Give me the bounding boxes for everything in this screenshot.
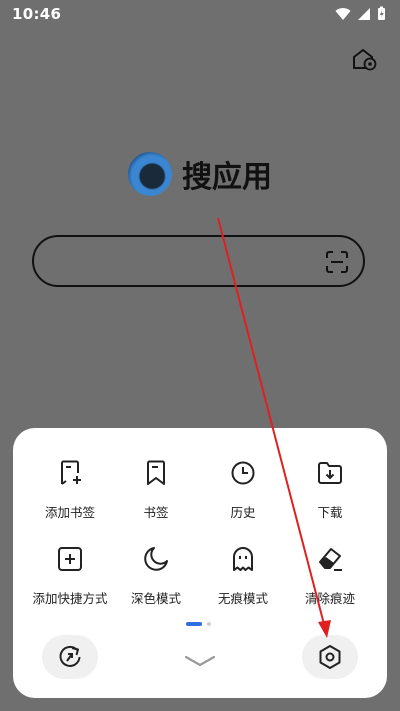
collapse-chevron-icon[interactable]	[183, 654, 217, 668]
settings-hexagon-icon	[319, 645, 341, 669]
battery-icon	[378, 6, 385, 20]
page-indicator	[186, 622, 211, 626]
search-input[interactable]	[32, 235, 365, 287]
menu-item-label: 历史	[230, 505, 256, 520]
refresh-icon	[59, 645, 81, 667]
status-time: 10:46	[12, 5, 62, 23]
menu-item-bookmark[interactable]: 书签	[111, 460, 201, 521]
add-shortcut-icon	[58, 547, 82, 571]
menu-item-label: 书签	[143, 505, 169, 520]
menu-item-download[interactable]: 下载	[285, 460, 375, 521]
dark-mode-icon	[144, 547, 168, 571]
status-bar: 10:46	[0, 0, 400, 28]
status-icons	[335, 6, 386, 21]
menu-item-label: 添加书签	[44, 505, 95, 520]
menu-item-label: 无痕模式	[217, 591, 268, 606]
menu-item-add-shortcut[interactable]: 添加快捷方式	[25, 546, 115, 607]
menu-item-clear-traces[interactable]: 清除痕迹	[285, 546, 375, 607]
menu-item-label: 下载	[317, 505, 343, 520]
menu-item-history[interactable]: 历史	[198, 460, 288, 521]
scan-icon[interactable]	[325, 250, 349, 274]
menu-item-dark-mode[interactable]: 深色模式	[111, 546, 201, 607]
incognito-icon	[233, 547, 253, 571]
download-icon	[318, 462, 342, 484]
signal-icon	[358, 7, 370, 20]
menu-item-label: 添加快捷方式	[32, 591, 108, 606]
app-name: 搜应用	[182, 160, 272, 195]
bookmark-icon	[147, 460, 165, 485]
home-settings-icon[interactable]	[350, 45, 378, 73]
refresh-button[interactable]	[42, 635, 98, 679]
logo-icon	[128, 152, 172, 196]
add-bookmark-icon	[61, 460, 81, 485]
wifi-icon	[335, 7, 351, 20]
clear-traces-icon	[319, 548, 342, 571]
app-logo: 搜应用	[128, 152, 272, 196]
settings-button[interactable]	[302, 635, 358, 679]
menu-item-label: 清除痕迹	[304, 591, 355, 606]
page-dot-active	[186, 622, 202, 626]
page-dot	[207, 622, 211, 626]
menu-sheet: 添加书签 书签 历史 下载 添加快捷方式 深色模式 无痕模式 清除痕迹	[13, 428, 387, 698]
menu-item-incognito[interactable]: 无痕模式	[198, 546, 288, 607]
menu-item-label: 深色模式	[130, 591, 181, 606]
menu-item-add-bookmark[interactable]: 添加书签	[25, 460, 115, 521]
history-icon	[231, 461, 255, 485]
